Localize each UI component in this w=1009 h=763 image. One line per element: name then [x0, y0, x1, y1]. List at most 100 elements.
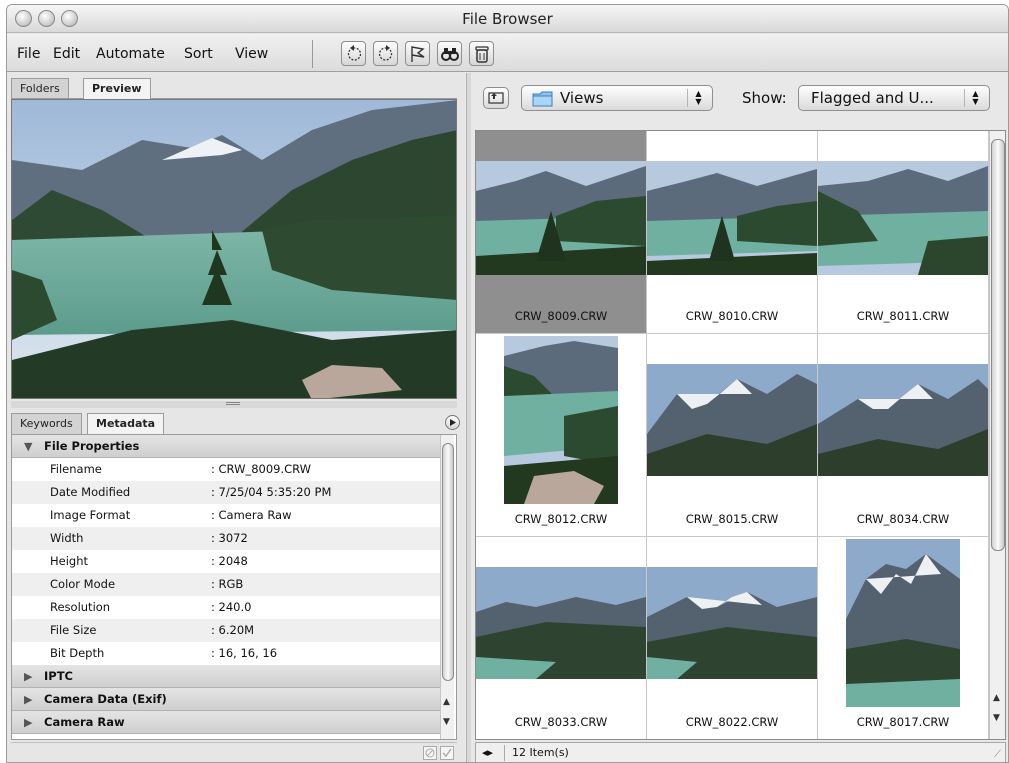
thumbnail-item[interactable]: CRW_8033.CRW: [476, 537, 647, 739]
meta-key: File Size: [50, 623, 97, 637]
scroll-thumb[interactable]: [442, 443, 454, 681]
section-iptc[interactable]: ▶ IPTC: [12, 665, 442, 688]
section-title: Camera Data (Exif): [44, 692, 167, 706]
folder-location-select[interactable]: Views ▲ ▼: [521, 85, 713, 111]
menu-view[interactable]: View: [235, 46, 268, 62]
flag-button[interactable]: [405, 41, 430, 66]
rotate-ccw-icon: [347, 45, 362, 61]
scroll-down-arrow[interactable]: ▼: [993, 713, 1000, 723]
thumbnail-item[interactable]: CRW_8010.CRW: [647, 131, 818, 334]
meta-key: Image Format: [50, 508, 131, 522]
meta-row-bit-depth: Bit Depth : 16, 16, 16: [12, 642, 442, 665]
menu-automate[interactable]: Automate: [96, 46, 165, 62]
section-camera-data[interactable]: ▶ Camera Data (Exif): [12, 688, 442, 711]
trash-icon: [475, 46, 489, 63]
meta-row-format: Image Format : Camera Raw: [12, 504, 442, 527]
meta-key: Resolution: [50, 600, 111, 614]
disclosure-right-icon[interactable]: ▶: [24, 688, 32, 711]
metadata-footer: [11, 742, 457, 762]
cancel-edit-button[interactable]: [423, 746, 437, 760]
meta-row-file-size: File Size : 6.20M: [12, 619, 442, 642]
metadata-menu-button[interactable]: [445, 415, 460, 430]
flag-icon: [411, 46, 425, 62]
scroll-down-arrow[interactable]: ▼: [443, 717, 450, 727]
file-browser-window: File Browser File Edit Automate Sort Vie…: [6, 4, 1009, 763]
rotate-ccw-button[interactable]: [341, 41, 366, 66]
meta-key: Filename: [50, 462, 102, 476]
updown-arrows-icon: ▲ ▼: [964, 89, 986, 107]
apply-edit-button[interactable]: [440, 746, 454, 760]
meta-key: Date Modified: [50, 485, 131, 499]
search-button[interactable]: [437, 41, 462, 66]
menu-sort[interactable]: Sort: [184, 46, 213, 62]
left-pane: Folders Preview Keywords Metadata ▼ File…: [7, 73, 466, 762]
disclosure-down-icon[interactable]: ▼: [24, 435, 32, 458]
meta-key: Width: [50, 531, 84, 545]
pane-splitter[interactable]: [11, 401, 457, 408]
no-icon: [425, 748, 435, 758]
rotate-cw-icon: [378, 45, 393, 61]
view-toggle-icon[interactable]: ◂▸: [482, 743, 493, 762]
thumbnail-image: [647, 567, 817, 679]
item-count: 12 Item(s): [512, 746, 569, 759]
file-name: CRW_8015.CRW: [685, 512, 779, 526]
preview-image: [11, 99, 457, 399]
scroll-thumb[interactable]: [991, 139, 1005, 551]
thumbnail-item[interactable]: CRW_8015.CRW: [647, 334, 818, 537]
title-bar: File Browser: [7, 5, 1008, 33]
thumbnail-item[interactable]: CRW_8034.CRW: [818, 334, 989, 537]
thumbnail-item[interactable]: CRW_8022.CRW: [647, 537, 818, 739]
thumbnail-image: [818, 161, 988, 275]
meta-key: Bit Depth: [50, 646, 105, 660]
menu-file[interactable]: File: [17, 46, 40, 62]
section-title: IPTC: [44, 669, 73, 683]
file-name: CRW_8033.CRW: [514, 715, 608, 729]
meta-value: : 16, 16, 16: [211, 646, 278, 660]
delete-button[interactable]: [469, 41, 494, 66]
thumbnail-scrollbar[interactable]: ▲ ▼: [989, 131, 1005, 739]
meta-row-color-mode: Color Mode: RGB: [12, 573, 442, 596]
meta-value: : Camera Raw: [211, 508, 292, 522]
meta-key: Height: [50, 554, 89, 568]
thumbnail-image: [846, 539, 960, 707]
meta-row-date: Date Modified: 7/25/04 5:35:20 PM: [12, 481, 442, 504]
scroll-up-arrow[interactable]: ▲: [443, 697, 450, 707]
thumbnail-item[interactable]: CRW_8017.CRW: [818, 537, 989, 739]
folder-icon: [532, 91, 553, 107]
thumbnail-item[interactable]: CRW_8012.CRW: [476, 334, 647, 537]
binoculars-icon: [441, 48, 459, 61]
tab-keywords[interactable]: Keywords: [11, 413, 82, 434]
show-label: Show:: [742, 89, 787, 107]
thumbnail-item[interactable]: CRW_8009.CRW: [476, 131, 647, 334]
metadata-scrollbar[interactable]: ▲ ▼: [440, 435, 454, 739]
tab-preview[interactable]: Preview: [83, 78, 151, 99]
file-name: CRW_8012.CRW: [514, 512, 608, 526]
scroll-up-arrow[interactable]: ▲: [993, 693, 1000, 703]
metadata-panel: ▼ File Properties Filename : CRW_8009.CRW…: [11, 434, 457, 740]
meta-value: : CRW_8009.CRW: [211, 462, 312, 476]
checkmark-icon: [442, 748, 452, 758]
resize-grip-icon[interactable]: ⟋: [994, 745, 1001, 762]
thumbnail-item[interactable]: CRW_8011.CRW: [818, 131, 989, 334]
disclosure-right-icon[interactable]: ▶: [24, 665, 32, 688]
rotate-cw-button[interactable]: [373, 41, 398, 66]
file-name: CRW_8022.CRW: [685, 715, 779, 729]
folder-name: Views: [560, 89, 604, 107]
thumbnail-image: [504, 336, 618, 504]
section-file-properties[interactable]: ▼ File Properties: [12, 435, 442, 458]
preview-tabs: Folders Preview: [11, 78, 457, 100]
disclosure-right-icon[interactable]: ▶: [24, 711, 32, 734]
section-camera-raw[interactable]: ▶ Camera Raw: [12, 711, 442, 734]
meta-row-resolution: Resolution: 240.0: [12, 596, 442, 619]
menu-edit[interactable]: Edit: [53, 46, 80, 62]
meta-row-width: Width : 3072: [12, 527, 442, 550]
meta-value: : 3072: [211, 531, 248, 545]
meta-value: : 6.20M: [211, 623, 255, 637]
file-name: CRW_8009.CRW: [514, 309, 608, 323]
play-icon: [450, 419, 456, 426]
tab-metadata[interactable]: Metadata: [87, 413, 165, 434]
up-folder-button[interactable]: [483, 87, 509, 109]
show-filter-select[interactable]: Flagged and U... ▲ ▼: [798, 85, 990, 111]
show-filter-value: Flagged and U...: [811, 89, 934, 107]
tab-folders[interactable]: Folders: [11, 78, 69, 99]
